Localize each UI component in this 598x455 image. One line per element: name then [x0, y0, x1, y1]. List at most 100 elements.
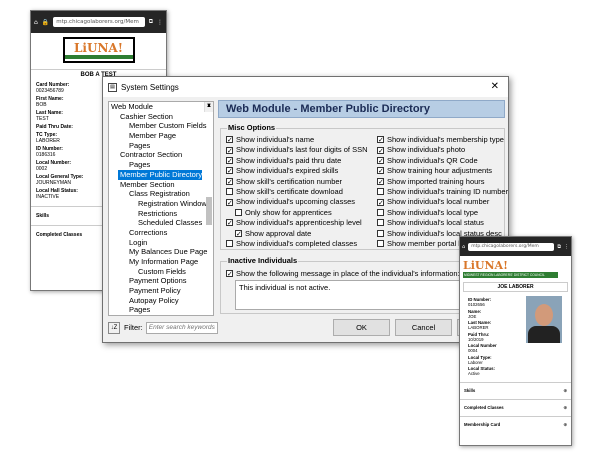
tree-item[interactable]: Member Page: [109, 131, 213, 141]
scroll-thumb[interactable]: [206, 197, 212, 225]
expand-icon[interactable]: ⊕: [563, 405, 567, 411]
field-row: Local Status: Active: [468, 366, 571, 376]
checkbox-icon[interactable]: ✓: [226, 146, 233, 154]
tree-item[interactable]: Registration Window: [109, 199, 213, 209]
option-checkbox[interactable]: Show skill's certificate download: [226, 187, 343, 197]
option-checkbox[interactable]: ✓ Show individual's photo: [377, 145, 465, 155]
option-checkbox[interactable]: Show individual's local status: [377, 218, 484, 228]
option-checkbox[interactable]: ✓ Show approval date: [235, 229, 311, 239]
cancel-button[interactable]: Cancel: [395, 319, 452, 336]
checkbox-icon[interactable]: [235, 209, 242, 217]
tree-item[interactable]: Cashier Section: [109, 112, 213, 122]
ok-button[interactable]: OK: [333, 319, 390, 336]
tree-item[interactable]: Member Section: [109, 180, 213, 190]
checkbox-icon[interactable]: ✓: [226, 136, 233, 144]
url-field[interactable]: mtp.chicagolaborers.org/Mem: [53, 17, 145, 27]
option-checkbox[interactable]: ✓ Show imported training hours: [377, 177, 485, 187]
scroll-down-icon[interactable]: ▼: [205, 102, 213, 112]
tabs-icon[interactable]: ⧉: [557, 244, 561, 250]
checkbox-icon[interactable]: ✓: [377, 177, 384, 185]
tabs-icon[interactable]: ⧉: [149, 18, 153, 26]
option-checkbox[interactable]: ✓ Show individual's paid thru date: [226, 156, 341, 166]
tree-item[interactable]: My Balances Due Page: [109, 247, 213, 257]
checkbox-icon[interactable]: [377, 209, 384, 217]
option-checkbox[interactable]: Show individual's training ID number: [377, 187, 508, 197]
close-icon[interactable]: ✕: [491, 81, 499, 92]
checkbox-icon[interactable]: [377, 188, 384, 196]
checkbox-icon[interactable]: [377, 219, 384, 227]
checkbox-icon[interactable]: ✓: [226, 270, 233, 278]
menu-icon[interactable]: ⋮: [157, 19, 163, 26]
tree-item[interactable]: Member Custom Fields: [109, 121, 213, 131]
tree-item[interactable]: Autopay Policy: [109, 296, 213, 306]
tree-item[interactable]: Custom Fields: [109, 267, 213, 277]
option-checkbox[interactable]: ✓ Show individual's local number: [377, 197, 489, 207]
option-checkbox[interactable]: ✓ Show individual's last four digits of S…: [226, 145, 368, 155]
tree-item[interactable]: Pages: [109, 305, 213, 315]
inactive-message-checkbox[interactable]: ✓ Show the following message in place of…: [226, 269, 460, 279]
option-checkbox[interactable]: ✓ Show training hour adjustments: [377, 166, 492, 176]
tree-item[interactable]: Payment Options: [109, 276, 213, 286]
checkbox-icon[interactable]: ✓: [377, 136, 384, 144]
filter-input[interactable]: [145, 321, 218, 334]
logo-tagline: [64, 55, 133, 59]
checkbox-icon[interactable]: ✓: [226, 198, 233, 206]
option-label: Show individual's training ID number: [387, 187, 509, 196]
option-checkbox[interactable]: ✓ Show skill's certification number: [226, 177, 342, 187]
section-row[interactable]: Skills ⊕: [460, 382, 571, 399]
checkbox-icon[interactable]: ✓: [226, 167, 233, 175]
expand-icon[interactable]: ⊕: [563, 388, 567, 394]
tree-item[interactable]: Payment Policy: [109, 286, 213, 296]
photo-body: [528, 326, 560, 343]
checkbox-icon[interactable]: ✓: [226, 219, 233, 227]
checkbox-icon[interactable]: ✓: [377, 167, 384, 175]
option-checkbox[interactable]: ✓ Show individual's expired skills: [226, 166, 338, 176]
url-field-right[interactable]: mtp.chicagolaborers.org/Mem: [468, 242, 555, 251]
option-checkbox[interactable]: Show individual's local type: [377, 208, 478, 218]
checkbox-icon[interactable]: ✓: [226, 177, 233, 185]
lock-icon: 🔒: [41, 18, 50, 26]
tree-item[interactable]: Scheduled Classes: [109, 218, 213, 228]
checkbox-icon[interactable]: ✓: [226, 157, 233, 165]
option-checkbox[interactable]: ✓ Show individual's QR Code: [377, 156, 478, 166]
tree-item[interactable]: My Information Page: [109, 257, 213, 267]
tree-item[interactable]: Pages: [109, 141, 213, 151]
checkbox-icon[interactable]: [377, 240, 384, 248]
checkbox-icon[interactable]: [226, 188, 233, 196]
tree-item[interactable]: Login: [109, 238, 213, 248]
option-checkbox[interactable]: ✓ Show individual's upcoming classes: [226, 197, 355, 207]
tree-item[interactable]: Contractor Section: [109, 150, 213, 160]
member-photo: [526, 296, 562, 343]
browser-bar-right: ⌂ mtp.chicagolaborers.org/Mem ⧉ ⋮: [460, 237, 571, 256]
sort-icon[interactable]: ↓Z: [108, 321, 120, 334]
menu-icon[interactable]: ⋮: [564, 244, 569, 250]
browser-bar: ⌂ 🔒 mtp.chicagolaborers.org/Mem ⧉ ⋮: [31, 11, 166, 33]
option-checkbox[interactable]: ✓ Show individual's name: [226, 135, 314, 145]
tree-scrollbar[interactable]: ▲ ▼: [204, 102, 213, 225]
expand-icon[interactable]: ⊕: [563, 422, 567, 428]
option-checkbox[interactable]: ✓ Show individual's apprenticeship level: [226, 218, 362, 228]
checkbox-icon[interactable]: [377, 229, 384, 237]
checkbox-icon[interactable]: ✓: [377, 146, 384, 154]
section-row[interactable]: Membership Card ⊕: [460, 416, 571, 433]
option-checkbox[interactable]: Only show for apprentices: [235, 208, 332, 218]
option-checkbox[interactable]: Show individual's completed classes: [226, 239, 357, 249]
tree-item[interactable]: Member Public Directory: [118, 169, 203, 180]
checkbox-icon[interactable]: ✓: [377, 157, 384, 165]
option-label: Show imported training hours: [387, 176, 485, 186]
tree-item[interactable]: Corrections: [109, 228, 213, 238]
option-checkbox[interactable]: ✓ Show individual's membership type: [377, 135, 504, 145]
tree-item[interactable]: Class Registration: [109, 189, 213, 199]
home-icon[interactable]: ⌂: [34, 19, 38, 26]
checkbox-icon[interactable]: [226, 240, 233, 248]
checkbox-icon[interactable]: ✓: [235, 229, 242, 237]
home-icon[interactable]: ⌂: [462, 244, 465, 250]
checkbox-icon[interactable]: ✓: [377, 198, 384, 206]
tree-item[interactable]: Pages: [109, 160, 213, 170]
tree-item[interactable]: Restrictions: [109, 209, 213, 219]
section-row[interactable]: Completed Classes ⊕: [460, 399, 571, 416]
dialog-titlebar: ▤ System Settings ✕: [103, 77, 508, 97]
settings-tree[interactable]: ▲ ▼ Web Module Cashier Section Member Cust…: [108, 101, 214, 316]
tree-item[interactable]: Web Module: [109, 102, 213, 112]
option-checkbox[interactable]: Show member portal logi: [377, 239, 470, 249]
